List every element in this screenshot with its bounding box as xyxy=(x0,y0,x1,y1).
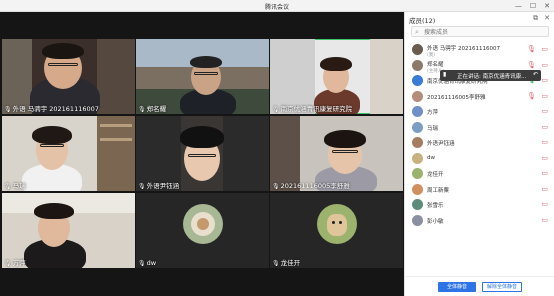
mic-on-icon: 🎙 xyxy=(4,183,12,190)
mic-on-icon[interactable]: 🎙 xyxy=(527,45,536,53)
avatar xyxy=(412,90,423,102)
avatar xyxy=(412,214,423,226)
avatar xyxy=(412,75,423,86)
member-row[interactable]: 外语 马骋宇 202161116007 (我) 🎙 ▭ xyxy=(405,42,554,58)
video-tile[interactable]: 🎙马瑞 xyxy=(2,116,135,191)
video-tile-active[interactable]: 🎙南京优涵青讯康复研究院 xyxy=(270,39,403,114)
participant-name: 方萍 xyxy=(12,259,26,267)
maximize-icon[interactable]: ☐ xyxy=(530,1,536,11)
video-tile[interactable]: 🎙外语 马骋宇 202161116007 xyxy=(2,39,135,114)
camera-icon[interactable]: ▭ xyxy=(541,92,548,100)
participant-name: 马瑞 xyxy=(12,182,26,190)
avatar xyxy=(412,44,423,55)
mic-on-icon: 🎙 xyxy=(272,260,280,267)
member-name: 周工新粟 xyxy=(427,187,450,194)
member-row[interactable]: 202161116005李舒雅 🎙 ▭ xyxy=(405,89,554,105)
avatar xyxy=(412,106,423,117)
participant-name: dw xyxy=(146,259,157,267)
collapse-icon[interactable]: ↶ xyxy=(533,71,538,78)
camera-icon[interactable]: ▭ xyxy=(541,123,548,131)
member-name: 龙佳开 xyxy=(427,172,444,178)
avatar xyxy=(412,199,423,210)
member-name: 方萍 xyxy=(427,110,439,116)
video-tile-avatar[interactable]: 🎙dw xyxy=(136,193,269,268)
avatar xyxy=(183,204,223,244)
panel-footer: 全体静音 解除全体静音 xyxy=(405,276,554,296)
member-row[interactable]: dw ▭ xyxy=(405,151,554,167)
camera-icon[interactable]: ▭ xyxy=(541,154,548,162)
mic-on-icon: 🎙 xyxy=(138,106,146,113)
members-panel: 成员(12) ⧉ ✕ ⌕ 外语 马骋宇 202161116007 (我) 🎙 ▭… xyxy=(404,12,554,296)
video-tile-avatar[interactable]: 🎙龙佳开 xyxy=(270,193,403,268)
mic-muted-icon[interactable]: 🎙 xyxy=(527,92,536,100)
avatar xyxy=(317,204,357,244)
window-title: 腾讯会议 xyxy=(264,4,289,11)
member-row[interactable]: 周工新粟 ▭ xyxy=(405,182,554,198)
member-row[interactable]: 方萍 ▭ xyxy=(405,104,554,120)
member-row[interactable]: 张雪乐 ▭ xyxy=(405,197,554,213)
member-search[interactable]: ⌕ xyxy=(411,26,549,37)
mic-on-icon: 🎙 xyxy=(4,260,12,267)
video-tile[interactable]: 🎙202161116005李舒雅 xyxy=(270,116,403,191)
mic-on-icon: 🎙 xyxy=(272,183,280,190)
mic-on-icon: 🎙 xyxy=(4,106,12,113)
search-icon: ⌕ xyxy=(415,28,419,36)
avatar xyxy=(412,137,423,148)
avatar xyxy=(412,168,423,179)
member-row[interactable]: 外语尹钰涵 ▭ xyxy=(405,135,554,151)
member-name: 外语 马骋宇 202161116007 xyxy=(427,46,500,52)
participant-name: 郑名耀 xyxy=(146,105,167,113)
member-name: 张雪乐 xyxy=(427,203,444,209)
video-tile[interactable]: 🎙外语尹钰涵 xyxy=(136,116,269,191)
close-icon[interactable]: ✕ xyxy=(544,1,550,11)
mute-all-button[interactable]: 全体静音 xyxy=(438,282,476,292)
member-name: 202161116005李舒雅 xyxy=(427,94,486,101)
member-name: 彭小敏 xyxy=(427,218,444,225)
participant-name: 龙佳开 xyxy=(280,259,301,267)
avatar xyxy=(412,59,423,71)
member-name: 郑名耀 xyxy=(427,61,444,68)
member-name: dw xyxy=(427,154,435,161)
video-grid: 🎙外语 马骋宇 202161116007 🎙郑名耀 🎙南京优涵青讯康复研究院 🎙… xyxy=(0,12,404,296)
camera-icon[interactable]: ▭ xyxy=(541,169,548,177)
mic-muted-icon[interactable]: 🎙 xyxy=(527,61,536,69)
speaker-icon: ▮ xyxy=(443,71,447,78)
mic-on-icon: 🎙 xyxy=(272,106,280,113)
avatar xyxy=(412,152,423,164)
mic-on-icon: 🎙 xyxy=(138,183,146,190)
member-row[interactable]: 龙佳开 ▭ xyxy=(405,166,554,182)
camera-icon[interactable]: ▭ xyxy=(541,216,548,224)
participant-name: 南京优涵青讯康复研究院 xyxy=(280,105,353,113)
video-tile[interactable]: 🎙方萍 xyxy=(2,193,135,268)
popout-icon[interactable]: ⧉ xyxy=(533,14,538,23)
avatar xyxy=(412,121,423,133)
participant-name: 外语 马骋宇 202161116007 xyxy=(12,105,99,113)
camera-icon[interactable]: ▭ xyxy=(541,138,548,146)
members-header: 成员(12) xyxy=(409,17,436,25)
speaking-tooltip: ▮ 正在讲话: 南京优涵青讯康... ↶ xyxy=(440,70,541,81)
camera-icon[interactable]: ▭ xyxy=(541,76,548,84)
mic-on-icon: 🎙 xyxy=(138,260,146,267)
camera-icon[interactable]: ▭ xyxy=(541,45,548,53)
search-input[interactable] xyxy=(424,28,544,36)
unmute-all-button[interactable]: 解除全体静音 xyxy=(482,282,522,292)
speaking-text: 正在讲话: 南京优涵青讯康... xyxy=(457,74,527,80)
member-name: 马瑞 xyxy=(427,125,439,132)
member-row[interactable]: 彭小敏 ▭ xyxy=(405,213,554,229)
participant-name: 202161116005李舒雅 xyxy=(280,182,350,190)
member-name: 外语尹钰涵 xyxy=(427,141,455,147)
participant-name: 外语尹钰涵 xyxy=(146,182,180,190)
avatar xyxy=(412,183,423,195)
title-bar: 腾讯会议 — ☐ ✕ xyxy=(0,0,554,12)
minimize-icon[interactable]: — xyxy=(515,1,522,11)
camera-icon[interactable]: ▭ xyxy=(541,107,548,115)
video-tile[interactable]: 🎙郑名耀 xyxy=(136,39,269,114)
camera-icon[interactable]: ▭ xyxy=(541,61,548,69)
camera-icon[interactable]: ▭ xyxy=(541,200,548,208)
close-icon[interactable]: ✕ xyxy=(544,14,550,23)
member-row[interactable]: 马瑞 ▭ xyxy=(405,120,554,136)
camera-icon[interactable]: ▭ xyxy=(541,185,548,193)
